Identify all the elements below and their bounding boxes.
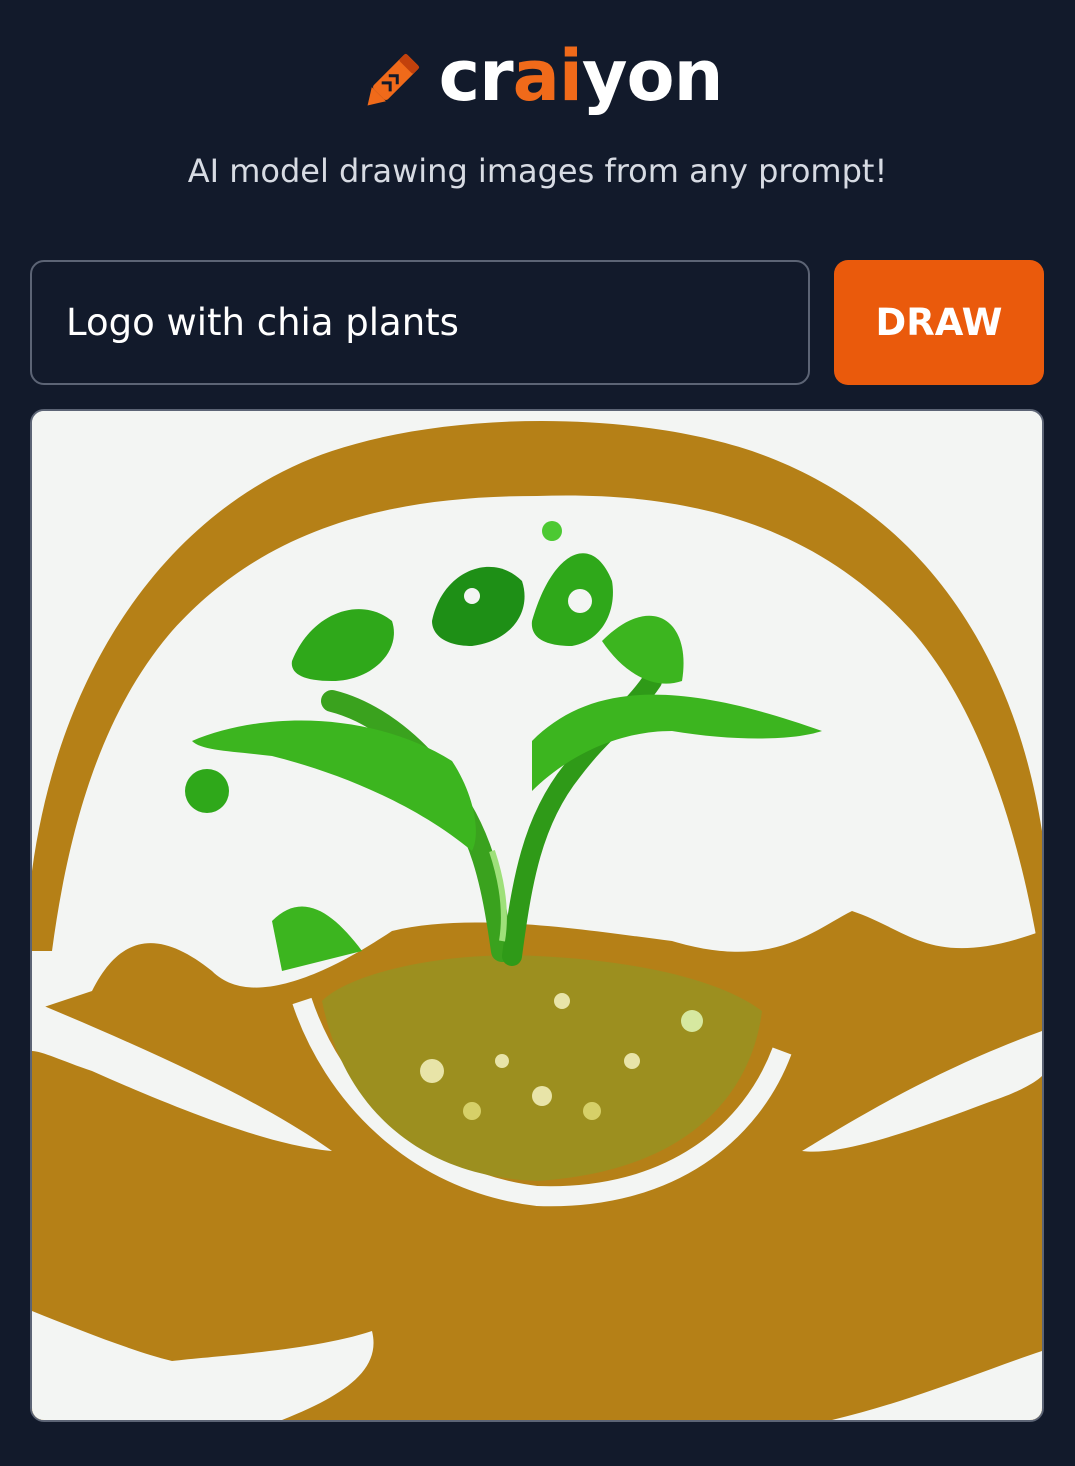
app-logo[interactable]: craiyon (0, 30, 1075, 130)
brand-wordmark: craiyon (438, 35, 724, 117)
crayon-icon (367, 53, 419, 106)
prompt-input[interactable]: Logo with chia plants (30, 260, 810, 385)
draw-button-label: DRAW (875, 301, 1003, 344)
draw-button[interactable]: DRAW (834, 260, 1044, 385)
prompt-input-value: Logo with chia plants (66, 301, 459, 344)
tagline: AI model drawing images from any prompt! (187, 152, 888, 190)
chia-plant-logo-image (32, 411, 1042, 1420)
generated-image[interactable] (30, 409, 1044, 1422)
